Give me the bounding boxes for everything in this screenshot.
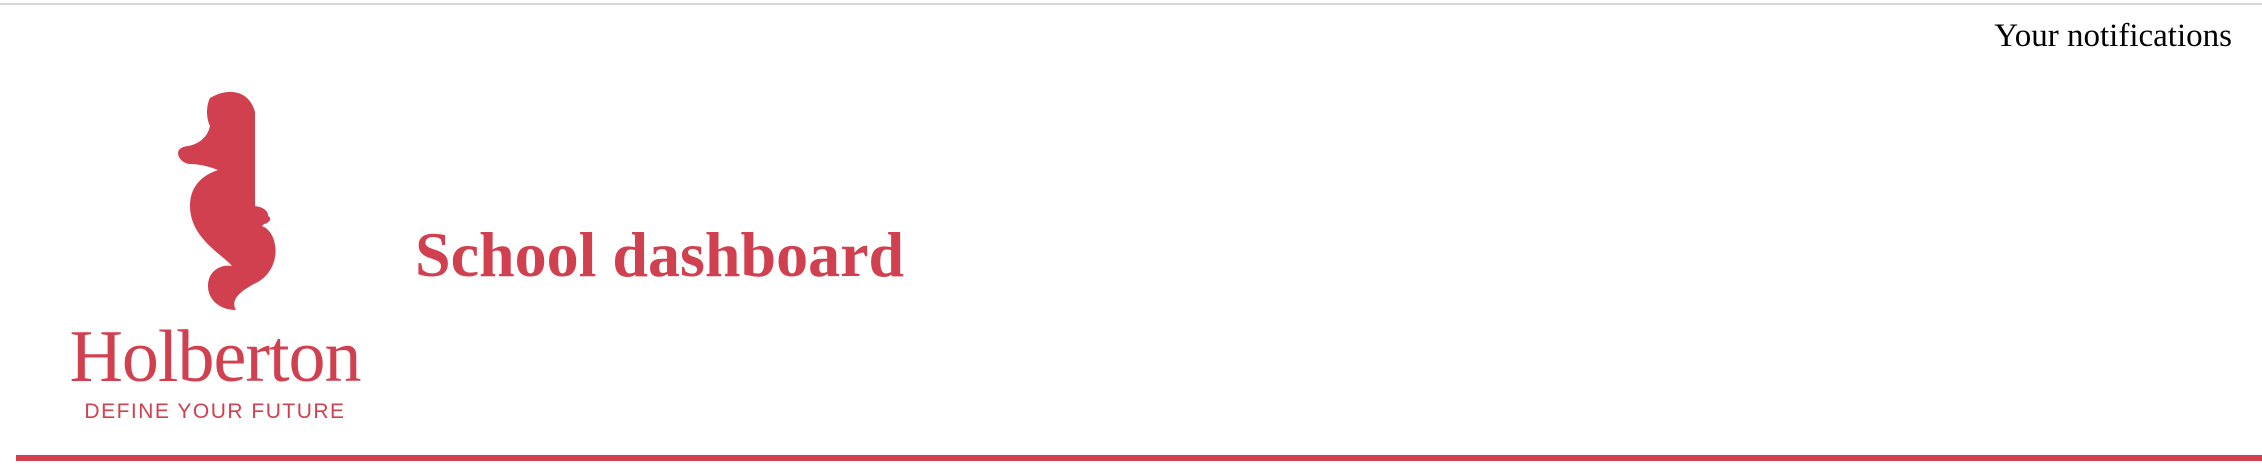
logo-wordmark: Holberton xyxy=(69,316,361,398)
app-header: Holberton DEFINE YOUR FUTURE School dash… xyxy=(0,0,2262,472)
logo-tagline: DEFINE YOUR FUTURE xyxy=(84,400,346,423)
seahorse-eye xyxy=(197,127,205,135)
seahorse-icon xyxy=(178,91,276,310)
header-divider xyxy=(16,455,2262,461)
page-title: School dashboard xyxy=(415,219,905,290)
holberton-logo: Holberton DEFINE YOUR FUTURE xyxy=(60,88,370,428)
